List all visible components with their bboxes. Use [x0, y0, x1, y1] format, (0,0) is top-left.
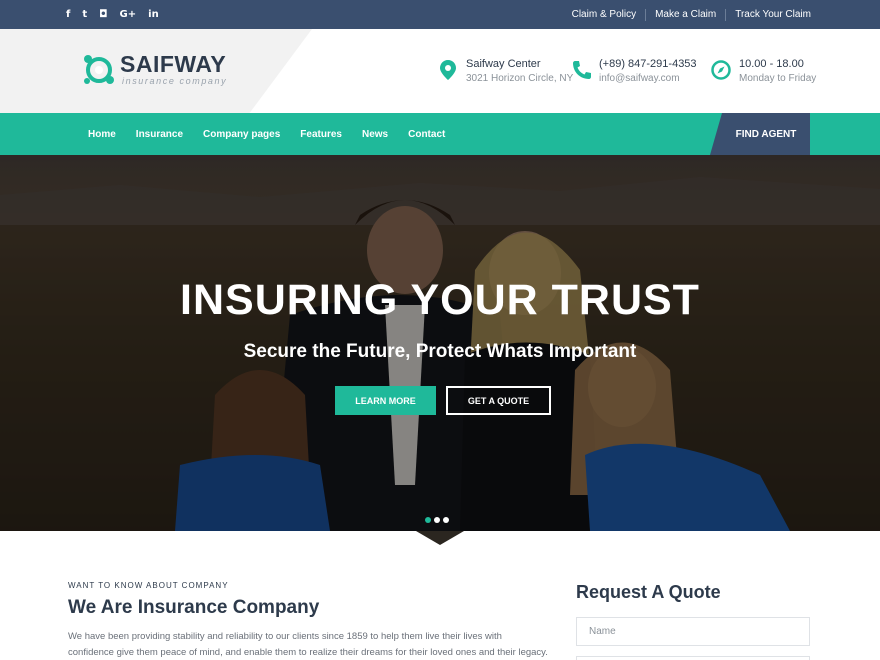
nav-item-company-pages[interactable]: Company pages: [193, 129, 290, 140]
about-title: We Are Insurance Company: [68, 597, 320, 618]
nav-item-news[interactable]: News: [352, 129, 398, 140]
top-links: Claim & Policy Make a Claim Track Your C…: [563, 0, 811, 29]
compass-icon: [711, 60, 731, 80]
site-logo[interactable]: SAIFWAY insurance company: [82, 51, 227, 87]
track-claim-link[interactable]: Track Your Claim: [725, 8, 811, 21]
request-quote-title: Request A Quote: [576, 582, 721, 602]
hero-slider: INSURING YOUR TRUST Secure the Future, P…: [0, 155, 880, 531]
top-bar: f t ◘ G+ in Claim & Policy Make a Claim …: [0, 0, 880, 29]
social-links: f t ◘ G+ in: [66, 0, 159, 29]
make-claim-link[interactable]: Make a Claim: [645, 8, 725, 21]
phone-icon: [573, 61, 591, 79]
nav-item-insurance[interactable]: Insurance: [126, 129, 193, 140]
hours-info: 10.00 - 18.00 Monday to Friday: [711, 57, 816, 87]
slider-dot[interactable]: [434, 517, 440, 523]
logo-name: SAIFWAY: [120, 51, 227, 77]
contact-info: (+89) 847-291-4353 info@saifway.com: [571, 57, 697, 87]
main-nav: Home Insurance Company pages Features Ne…: [0, 113, 880, 155]
phone-number[interactable]: (+89) 847-291-4353: [599, 57, 697, 71]
find-agent-button[interactable]: FIND AGENT: [710, 113, 810, 155]
slider-dot[interactable]: [443, 517, 449, 523]
linkedin-icon[interactable]: in: [148, 9, 159, 20]
hero-notch: [416, 531, 464, 545]
next-form-field[interactable]: [576, 656, 810, 660]
google-plus-icon[interactable]: G+: [120, 9, 137, 20]
nav-item-features[interactable]: Features: [290, 129, 352, 140]
twitter-icon[interactable]: t: [82, 9, 87, 20]
nav-item-home[interactable]: Home: [78, 129, 126, 140]
email-address[interactable]: info@saifway.com: [599, 71, 697, 87]
site-header: SAIFWAY insurance company Saifway Center…: [0, 29, 880, 113]
map-pin-icon: [440, 60, 456, 80]
slider-dots: [425, 517, 449, 523]
hours-time: 10.00 - 18.00: [739, 58, 804, 70]
get-a-quote-button[interactable]: GET A QUOTE: [446, 386, 551, 415]
slider-dot[interactable]: [425, 517, 431, 523]
address-line1: Saifway Center: [466, 58, 541, 70]
address-info: Saifway Center 3021 Horizon Circle, NY: [438, 57, 573, 87]
logo-tagline: insurance company: [122, 76, 228, 86]
logo-mark-icon: [84, 55, 114, 84]
address-line2: 3021 Horizon Circle, NY: [466, 73, 574, 84]
hero-title: INSURING YOUR TRUST: [180, 276, 700, 324]
hero-subtitle: Secure the Future, Protect Whats Importa…: [243, 341, 637, 362]
name-input[interactable]: [576, 617, 810, 646]
instagram-icon[interactable]: ◘: [99, 9, 107, 20]
learn-more-button[interactable]: LEARN MORE: [335, 386, 436, 415]
nav-item-contact[interactable]: Contact: [398, 129, 455, 140]
about-kicker: WANT TO KNOW ABOUT COMPANY: [68, 581, 229, 590]
facebook-icon[interactable]: f: [66, 9, 70, 20]
about-body: We have been providing stability and rel…: [68, 631, 548, 658]
hours-days: Monday to Friday: [739, 73, 817, 84]
claim-policy-link[interactable]: Claim & Policy: [563, 9, 645, 21]
